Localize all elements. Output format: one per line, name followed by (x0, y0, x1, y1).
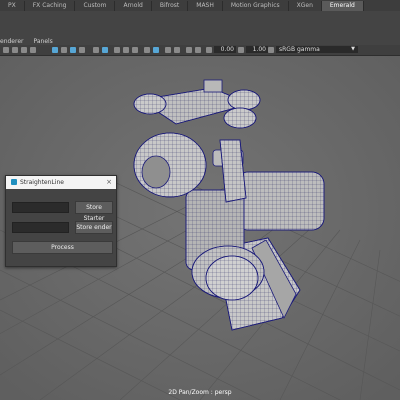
view-transform-value: sRGB gamma (279, 46, 320, 53)
xray-joints-icon[interactable] (165, 47, 171, 53)
grid-icon[interactable] (52, 47, 58, 53)
wireframe-icon[interactable] (93, 47, 99, 53)
shelf-tab-bifrost[interactable]: Bifrost (152, 1, 189, 11)
shelf-area (0, 11, 400, 37)
process-button[interactable]: Process (12, 241, 113, 254)
shadows-icon[interactable] (132, 47, 138, 53)
straightenline-dialog: StraightenLine × Store Starter Store end… (5, 175, 117, 267)
store-starter-button[interactable]: Store Starter (75, 201, 113, 222)
textured-icon[interactable] (114, 47, 120, 53)
shelf-tab-arnold[interactable]: Arnold (115, 1, 152, 11)
camera-attributes-icon[interactable] (12, 47, 18, 53)
view-transform-dropdown[interactable]: sRGB gamma ▼ (276, 46, 358, 53)
smooth-shade-icon[interactable] (102, 47, 108, 53)
antialiasing-icon[interactable] (195, 47, 201, 53)
shelf-tab-emerald[interactable]: Emerald (321, 1, 364, 11)
hud-icon[interactable] (186, 47, 192, 53)
gamma-field[interactable]: 1.00 (246, 46, 268, 53)
color-management-icon[interactable] (268, 47, 274, 53)
isolate-select-icon[interactable] (174, 47, 180, 53)
shelf-tab-xgen[interactable]: XGen (289, 1, 322, 11)
maya-logo-icon (11, 179, 17, 185)
exposure-icon (206, 47, 212, 53)
shelf-tab-motion-graphics[interactable]: Motion Graphics (223, 1, 289, 11)
chevron-down-icon: ▼ (351, 46, 355, 52)
lights-icon[interactable] (123, 47, 129, 53)
film-gate-icon[interactable] (61, 47, 67, 53)
shelf-tab-custom[interactable]: Custom (75, 1, 116, 11)
exposure-field[interactable]: 0.00 (214, 46, 236, 53)
xray-icon[interactable] (153, 47, 159, 53)
gate-mask-icon[interactable] (79, 47, 85, 53)
shelf-tabs: PX FX Caching Custom Arnold Bifrost MASH… (0, 0, 400, 11)
viewport-toolbar: 0.00 1.00 sRGB gamma ▼ (0, 45, 400, 56)
dialog-title: StraightenLine (20, 179, 64, 186)
select-camera-icon[interactable] (3, 47, 9, 53)
dialog-titlebar[interactable]: StraightenLine × (6, 176, 116, 189)
ender-field[interactable] (12, 222, 69, 233)
bookmark-icon[interactable] (21, 47, 27, 53)
shelf-tab-mash[interactable]: MASH (188, 1, 223, 11)
image-plane-icon[interactable] (30, 47, 36, 53)
gamma-icon (238, 47, 244, 53)
close-icon[interactable]: × (106, 178, 112, 186)
viewport-camera-label: 2D Pan/Zoom : persp (168, 389, 232, 396)
ambient-occlusion-icon[interactable] (144, 47, 150, 53)
starter-field[interactable] (12, 202, 69, 213)
resolution-gate-icon[interactable] (70, 47, 76, 53)
shelf-tab-px[interactable]: PX (0, 1, 25, 11)
store-ender-button[interactable]: Store ender (75, 221, 113, 234)
shelf-tab-fx-caching[interactable]: FX Caching (25, 1, 76, 11)
